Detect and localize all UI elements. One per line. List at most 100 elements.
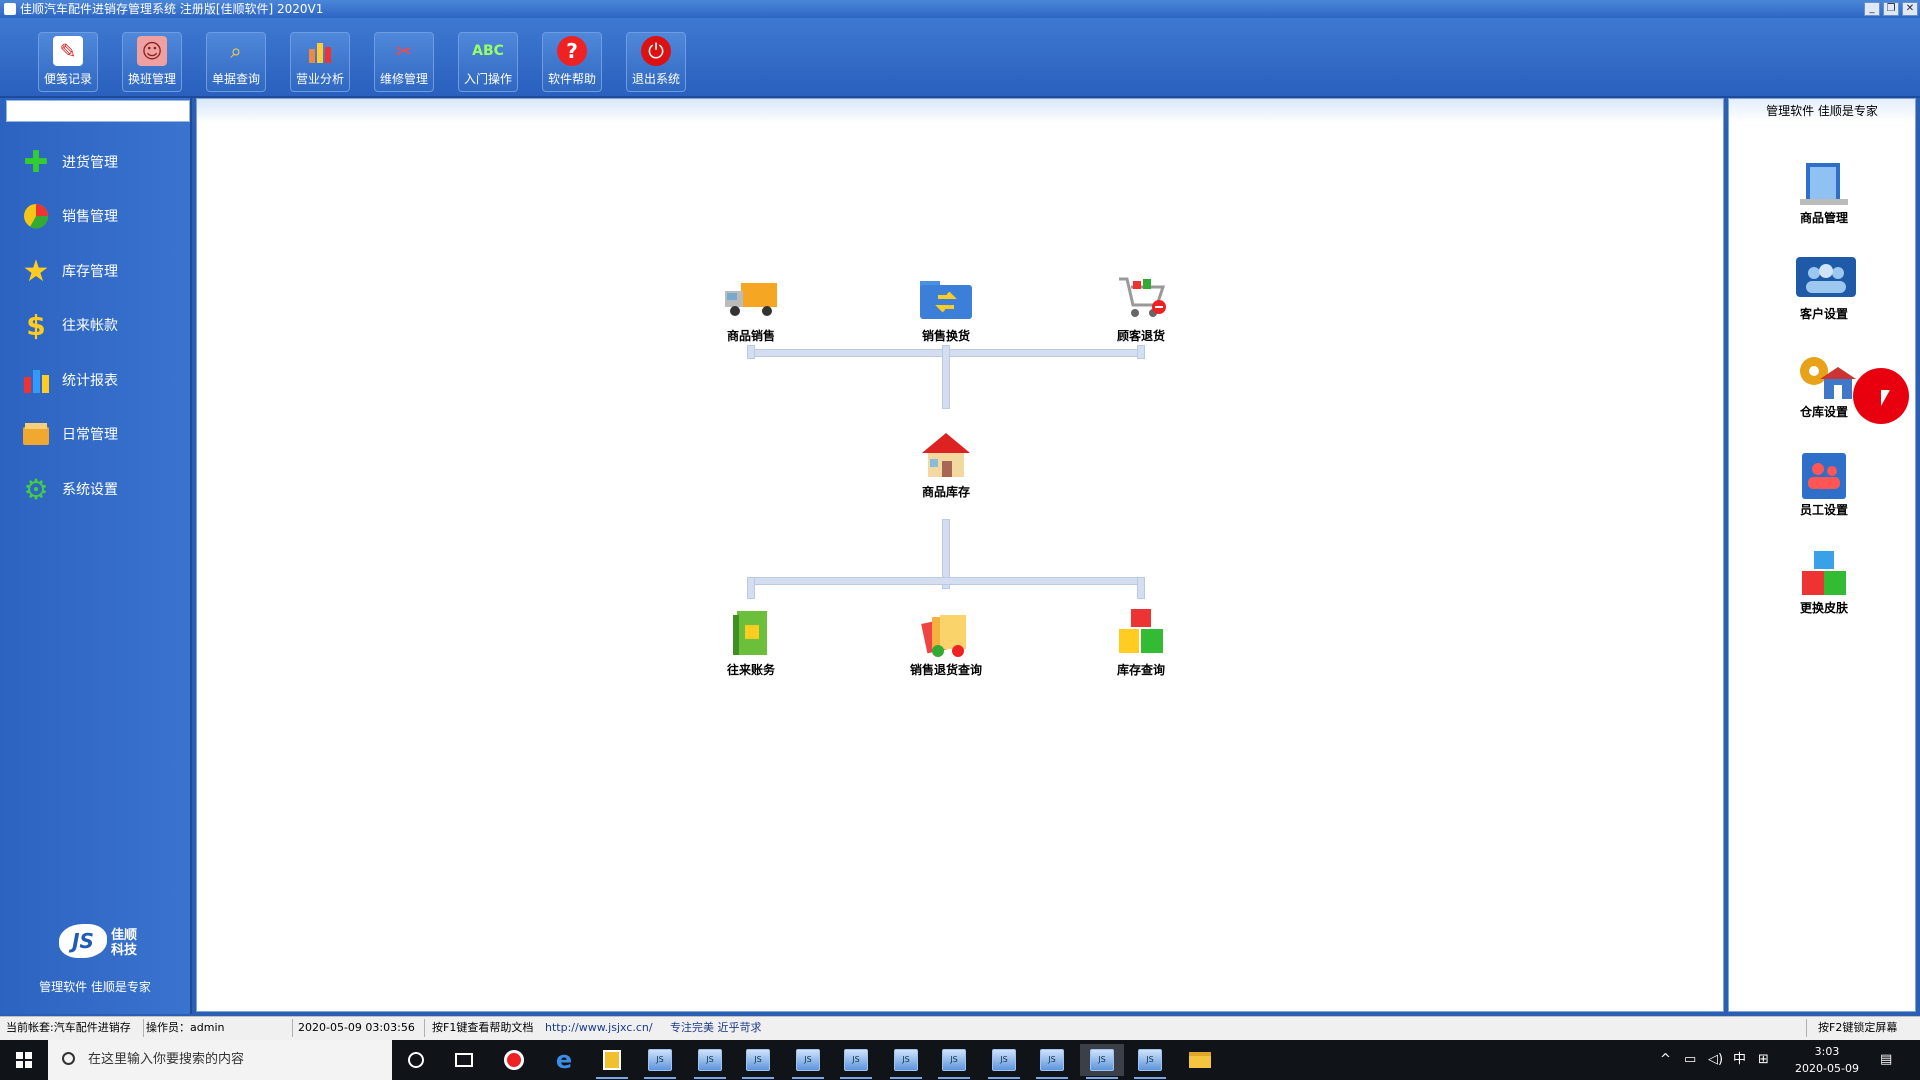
sidebar-item-purchase[interactable]: ✚ 进货管理 [20, 144, 180, 180]
logo-company-name: 佳顺 科技 [111, 928, 137, 958]
flow-node-stock[interactable]: 商品库存 [891, 429, 1001, 500]
notes-button[interactable]: ✎ 便笺记录 [38, 32, 98, 92]
sidebar-item-label: 系统设置 [62, 482, 118, 498]
js-app-icon: JS [746, 1049, 770, 1071]
edge-browser-app[interactable]: e [542, 1044, 586, 1076]
network-icon[interactable]: ▭ [1684, 1040, 1696, 1080]
task-view-icon [455, 1053, 473, 1067]
getting-started-button[interactable]: ABC 入门操作 [458, 32, 518, 92]
document-query-button[interactable]: ⌕ 单据查询 [206, 32, 266, 92]
taskbar-js-app[interactable]: JS [786, 1044, 830, 1079]
mouse-cursor-highlight [1853, 368, 1909, 424]
taskbar-js-app[interactable]: JS [638, 1044, 682, 1079]
sidebar-item-label: 进货管理 [62, 155, 118, 171]
flow-node-exchange[interactable]: 销售换货 [891, 273, 1001, 344]
sidebar-item-reports[interactable]: 统计报表 [20, 362, 180, 398]
js-app-icon: JS [894, 1049, 918, 1071]
keyboard-layout-icon[interactable]: ⊞ [1758, 1040, 1769, 1080]
window-controls: _ ❐ ✕ [1864, 2, 1918, 16]
taskbar-js-app-active[interactable]: JS [1080, 1044, 1124, 1079]
volume-icon[interactable]: ◁) [1708, 1040, 1723, 1080]
exit-system-button[interactable]: ⏻ 退出系统 [626, 32, 686, 92]
recorder-app[interactable] [492, 1044, 536, 1076]
taskbar-js-app[interactable]: JS [688, 1044, 732, 1079]
flow-node-label: 销售退货查询 [909, 663, 982, 677]
boxes-icon [1113, 607, 1169, 659]
abc-icon: ABC [472, 43, 504, 59]
toolbar-label: 入门操作 [463, 72, 512, 86]
flow-connector [747, 345, 755, 359]
toolbar-label: 单据查询 [211, 72, 260, 86]
restore-button[interactable]: ❐ [1883, 2, 1899, 16]
title-bar: 佳顺汽车配件进销存管理系统 注册版[佳顺软件] 2020V1 _ ❐ ✕ [0, 0, 1920, 18]
edge-icon: e [555, 1046, 573, 1074]
file-explorer-app[interactable] [1178, 1044, 1222, 1076]
flow-node-sales[interactable]: 商品销售 [696, 273, 806, 344]
status-motto: 专注完美 近乎苛求 [670, 1021, 762, 1034]
ime-indicator[interactable]: 中 [1733, 1040, 1746, 1080]
business-analysis-button[interactable]: 营业分析 [290, 32, 350, 92]
js-app-icon: JS [796, 1049, 820, 1071]
flow-node-return[interactable]: 顾客退货 [1086, 273, 1196, 344]
main-area: 商品销售 销售换货 顾客退货 商品库存 往来账务 销售退货查询 库存查询 [194, 98, 1726, 1014]
sidebar-item-settings[interactable]: ⚙ 系统设置 [20, 471, 180, 507]
flow-node-stock-query[interactable]: 库存查询 [1086, 607, 1196, 678]
cart-icon [1113, 273, 1169, 325]
status-website-link[interactable]: http://www.jsjxc.cn/ [545, 1017, 653, 1039]
taskbar-js-app[interactable]: JS [932, 1044, 976, 1079]
employee-settings-button[interactable]: 员工设置 [1779, 451, 1869, 518]
star-icon: ★ [22, 253, 50, 289]
search-icon: ⌕ [230, 39, 242, 63]
flow-connector [1137, 577, 1145, 599]
js-app-icon: JS [844, 1049, 868, 1071]
gear-icon: ⚙ [23, 472, 49, 506]
taskbar-clock[interactable]: 3:03 2020-05-09 [1786, 1043, 1868, 1077]
sidebar-item-accounts[interactable]: $ 往来帐款 [20, 307, 180, 343]
status-account: 当前帐套:汽车配件进销存 [6, 1021, 131, 1034]
flow-node-return-query[interactable]: 销售退货查询 [891, 607, 1001, 678]
left-sidebar: ✚ 进货管理 销售管理 ★ 库存管理 $ 往来帐款 统计报表 日常管理 ⚙ 系统… [0, 98, 192, 1014]
taskbar-app-yellow[interactable] [590, 1044, 634, 1079]
taskbar-js-app[interactable]: JS [884, 1044, 928, 1079]
folder-icon [20, 418, 52, 450]
sidebar-item-sales[interactable]: 销售管理 [20, 198, 180, 234]
taskbar-js-app[interactable]: JS [1030, 1044, 1074, 1079]
taskbar-js-app[interactable]: JS [834, 1044, 878, 1079]
status-separator [424, 1019, 425, 1037]
taskbar-js-app[interactable]: JS [982, 1044, 1026, 1079]
status-separator [143, 1019, 144, 1037]
product-management-button[interactable]: 商品管理 [1779, 159, 1869, 226]
sidebar-item-inventory[interactable]: ★ 库存管理 [20, 253, 180, 289]
sidebar-item-label: 往来帐款 [62, 318, 118, 334]
cortana-button[interactable] [394, 1044, 438, 1076]
toolbar-label: 维修管理 [379, 72, 428, 86]
flow-node-accounts[interactable]: 往来账务 [696, 607, 806, 678]
taskbar-js-app[interactable]: JS [1128, 1044, 1172, 1079]
window-title: 佳顺汽车配件进销存管理系统 注册版[佳顺软件] 2020V1 [20, 2, 324, 16]
flow-node-label: 库存查询 [1116, 663, 1165, 677]
customer-settings-button[interactable]: 客户设置 [1779, 255, 1869, 322]
taskbar-js-app[interactable]: JS [736, 1044, 780, 1079]
show-hidden-icons-button[interactable]: ^ [1660, 1040, 1671, 1080]
app-icon [603, 1050, 621, 1070]
status-separator [292, 1019, 293, 1037]
close-button[interactable]: ✕ [1902, 2, 1918, 16]
sidebar-item-label: 库存管理 [62, 264, 118, 280]
minimize-button[interactable]: _ [1864, 2, 1880, 16]
right-item-label: 商品管理 [1799, 211, 1848, 225]
taskbar-search-box[interactable]: 在这里输入你要搜索的内容 [48, 1040, 392, 1080]
software-help-button[interactable]: ? 软件帮助 [542, 32, 602, 92]
start-button[interactable] [0, 1040, 48, 1080]
shift-management-button[interactable]: ☺ 换班管理 [122, 32, 182, 92]
exchange-folder-icon [918, 273, 974, 325]
task-view-button[interactable] [442, 1044, 486, 1076]
js-app-icon: JS [1040, 1049, 1064, 1071]
bar-chart-icon [305, 36, 335, 66]
canvas-header-band [197, 99, 1723, 123]
flow-connector [1137, 345, 1145, 359]
right-item-label: 更换皮肤 [1799, 601, 1848, 615]
change-skin-button[interactable]: 更换皮肤 [1779, 549, 1869, 616]
repair-management-button[interactable]: ✂ 维修管理 [374, 32, 434, 92]
sidebar-item-daily[interactable]: 日常管理 [20, 416, 180, 452]
notification-center-icon[interactable]: ▤ [1880, 1040, 1892, 1080]
